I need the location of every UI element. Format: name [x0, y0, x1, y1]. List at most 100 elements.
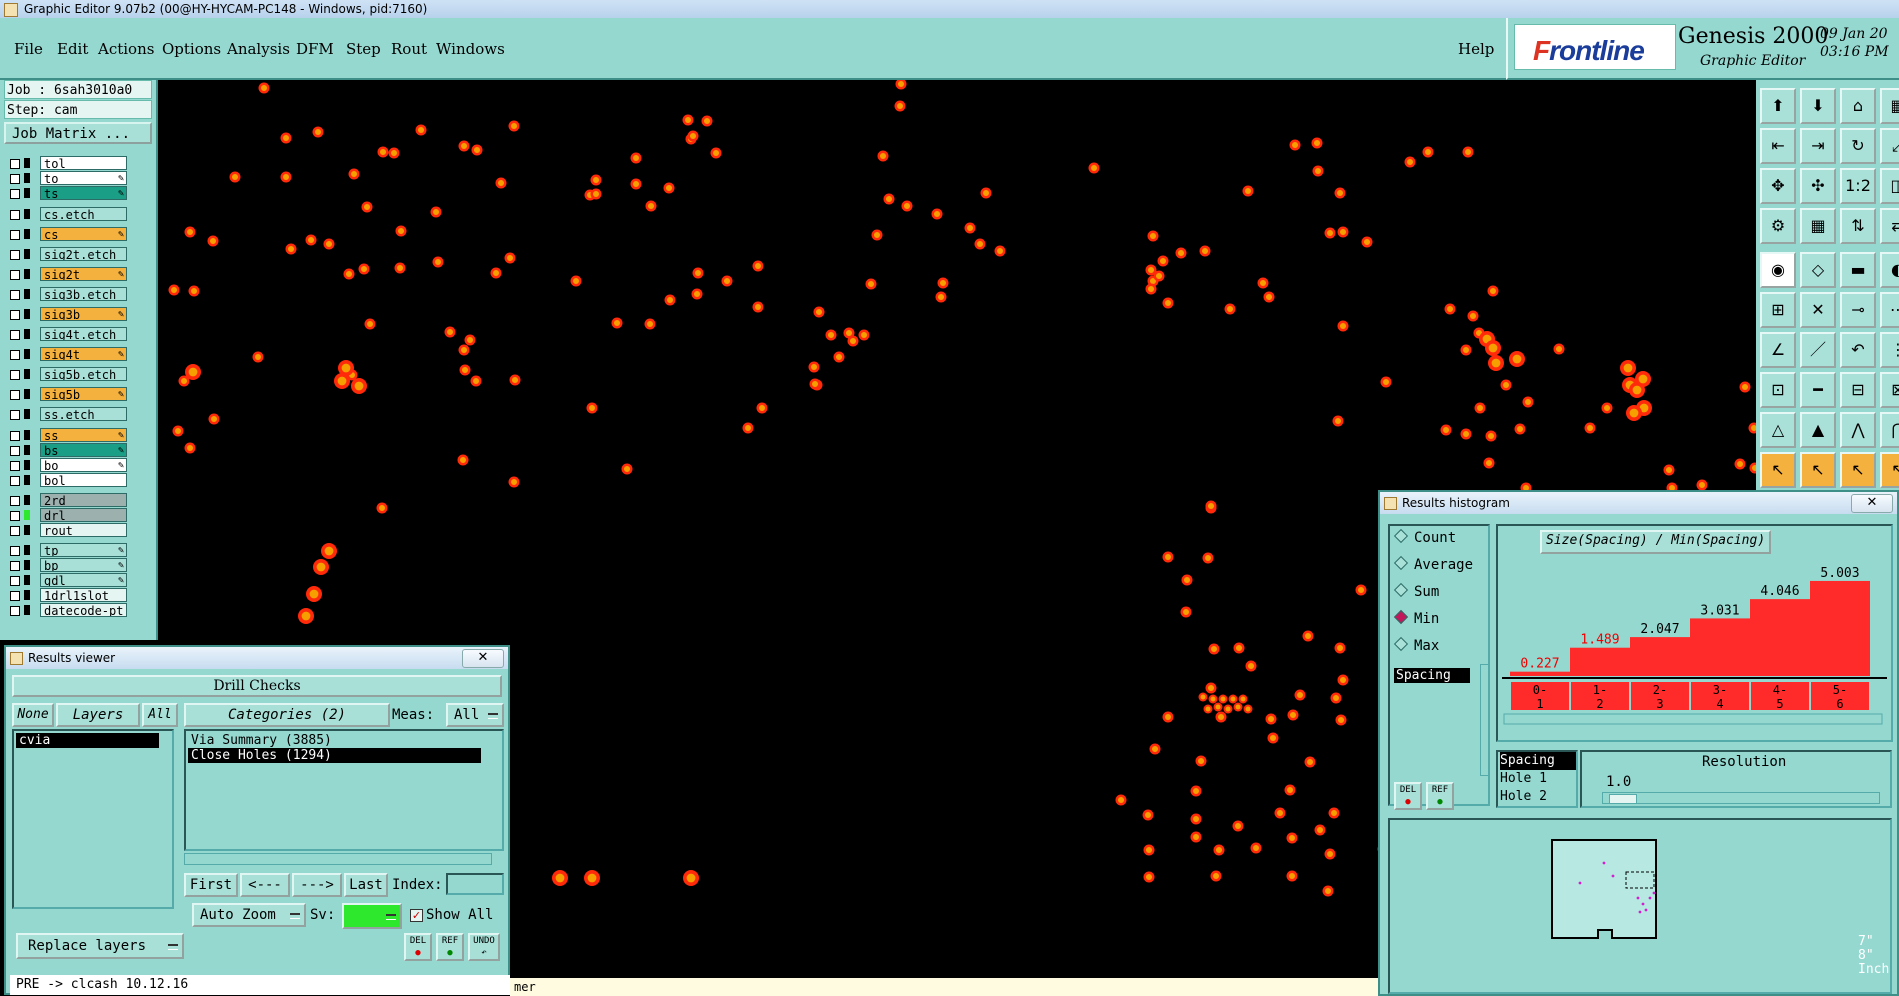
options-icon[interactable]: ⋮ — [1880, 332, 1899, 368]
menu-windows[interactable]: Windows — [436, 40, 505, 58]
rotate-icon[interactable]: ◇ — [1800, 252, 1836, 288]
layers-button[interactable]: Layers — [56, 703, 140, 727]
first-button[interactable]: First — [184, 873, 238, 897]
layer-name[interactable]: ss ✎ — [40, 428, 127, 442]
histogram-bar[interactable] — [1630, 637, 1690, 676]
layer-name[interactable]: bo ✎ — [40, 458, 127, 472]
select-all-icon[interactable]: ↖ — [1880, 452, 1899, 488]
menu-file[interactable]: File — [14, 40, 43, 58]
none-button[interactable]: None — [12, 703, 54, 727]
settings-icon[interactable]: ⚙ — [1760, 208, 1796, 244]
undo-icon[interactable]: ↶ — [1840, 332, 1876, 368]
menu-analysis[interactable]: Analysis — [227, 40, 290, 58]
layer-checkbox[interactable] — [10, 350, 20, 360]
field-item[interactable]: Hole 1 — [1500, 770, 1576, 788]
next-button[interactable]: ---> — [292, 873, 342, 897]
board-overview-map[interactable] — [1550, 838, 1660, 944]
layer-name[interactable]: tol — [40, 156, 127, 170]
layer-checkbox[interactable] — [10, 174, 20, 184]
resolution-slider[interactable] — [1602, 792, 1880, 804]
show-all-checkbox[interactable]: ✓ — [410, 909, 423, 922]
window-icon[interactable]: ◫ — [1880, 168, 1899, 204]
layer-name[interactable]: rout — [40, 523, 127, 537]
menu-actions[interactable]: Actions — [98, 40, 154, 58]
layer-name[interactable]: sig3b.etch — [40, 287, 127, 301]
close-icon[interactable]: ✕ — [462, 649, 504, 668]
layer-name[interactable]: sig4t ✎ — [40, 347, 127, 361]
field-item[interactable]: Spacing — [1500, 752, 1576, 770]
measure-icon[interactable]: ▬ — [1840, 252, 1876, 288]
layer-checkbox[interactable] — [10, 250, 20, 260]
histogram-delete-button[interactable]: DEL ● — [1394, 782, 1422, 810]
list-item[interactable]: Close Holes (1294) — [188, 748, 481, 763]
layer-name[interactable]: sig4t.etch — [40, 327, 127, 341]
layer-name[interactable]: tp ✎ — [40, 543, 127, 557]
replace-layers-dropdown[interactable]: Replace layers — [16, 933, 184, 959]
list-item[interactable]: cvia — [16, 733, 159, 748]
layer-checkbox[interactable] — [10, 189, 20, 199]
grid-icon[interactable]: ▦ — [1800, 208, 1836, 244]
layer-checkbox[interactable] — [10, 370, 20, 380]
layer-name[interactable]: 2rd — [40, 493, 127, 507]
layer-checkbox[interactable] — [10, 330, 20, 340]
horizontal-scrollbar[interactable] — [184, 853, 492, 865]
snapshot-icon[interactable]: ◉ — [1760, 252, 1796, 288]
histogram-bar[interactable] — [1510, 671, 1570, 676]
box-icon[interactable]: ⊡ — [1760, 372, 1796, 408]
layer-name[interactable]: sig5b ✎ — [40, 387, 127, 401]
layer-name[interactable]: cs ✎ — [40, 227, 127, 241]
layer-name[interactable]: sig3b ✎ — [40, 307, 127, 321]
flip-icon[interactable]: ⇅ — [1840, 208, 1876, 244]
category-results-list[interactable]: Via Summary (3885) Close Holes (1294) — [184, 729, 504, 851]
pan-right-icon[interactable]: ⇥ — [1800, 128, 1836, 164]
bridge-icon[interactable]: ⋂ — [1880, 412, 1899, 448]
select-edit-icon[interactable]: ↖ — [1800, 452, 1836, 488]
layer-checkbox[interactable] — [10, 496, 20, 506]
last-button[interactable]: Last — [344, 873, 388, 897]
layer-checkbox[interactable] — [10, 210, 20, 220]
pan-left-icon[interactable]: ⇤ — [1760, 128, 1796, 164]
mode-sum[interactable]: Sum — [1393, 582, 1439, 600]
refresh-button[interactable]: REF ● — [436, 933, 464, 961]
command-line[interactable]: PRE -> clcash 10.12.16 — [10, 975, 510, 995]
layer-checkbox[interactable] — [10, 476, 20, 486]
select-move-icon[interactable]: ↖ — [1840, 452, 1876, 488]
layer-name[interactable]: 1drl1slot — [40, 588, 127, 602]
arc-icon[interactable]: ⋀ — [1840, 412, 1876, 448]
delete-button[interactable]: DEL ● — [404, 933, 432, 961]
home-icon[interactable]: ⌂ — [1840, 88, 1876, 124]
mode-max[interactable]: Max — [1393, 636, 1439, 654]
menu-dfm[interactable]: DFM — [296, 40, 334, 58]
triangle-icon[interactable]: △ — [1760, 412, 1796, 448]
histogram-bar[interactable] — [1750, 599, 1810, 676]
histogram-bar[interactable] — [1690, 618, 1750, 676]
layer-name[interactable]: bol — [40, 473, 127, 487]
shape-icon[interactable]: ▲ — [1800, 412, 1836, 448]
layer-name[interactable]: datecode-pt — [40, 603, 127, 617]
menu-edit[interactable]: Edit — [57, 40, 88, 58]
layer-checkbox[interactable] — [10, 390, 20, 400]
menu-help[interactable]: Help — [1458, 40, 1494, 58]
zoom-out-icon[interactable]: ⬇ — [1800, 88, 1836, 124]
meas-dropdown[interactable]: All — [446, 703, 504, 727]
more-icon[interactable]: ⋯ — [1880, 292, 1899, 328]
layer-name[interactable]: bs ✎ — [40, 443, 127, 457]
layer-name[interactable]: gdl ✎ — [40, 573, 127, 587]
layer-checkbox[interactable] — [10, 310, 20, 320]
mode-count[interactable]: Count — [1393, 528, 1456, 546]
histogram-bar[interactable] — [1810, 580, 1870, 676]
zoom-in-icon[interactable]: ⬆ — [1760, 88, 1796, 124]
layer-checkbox[interactable] — [10, 230, 20, 240]
layer-name[interactable]: cs.etch — [40, 207, 127, 221]
previous-button[interactable]: <--- — [240, 873, 290, 897]
resize-icon[interactable]: ⤢ — [1880, 128, 1899, 164]
layer-checkbox[interactable] — [10, 591, 20, 601]
undo-button[interactable]: UNDO ↶ — [468, 933, 500, 961]
frame-icon[interactable]: ⊟ — [1840, 372, 1876, 408]
center-icon[interactable]: ✥ — [1760, 168, 1796, 204]
redraw-icon[interactable]: ↻ — [1840, 128, 1876, 164]
auto-zoom-dropdown[interactable]: Auto Zoom — [192, 903, 306, 927]
all-button[interactable]: All — [142, 703, 178, 727]
fit-icon[interactable]: ▦ — [1880, 88, 1899, 124]
layer-checkbox[interactable] — [10, 270, 20, 280]
